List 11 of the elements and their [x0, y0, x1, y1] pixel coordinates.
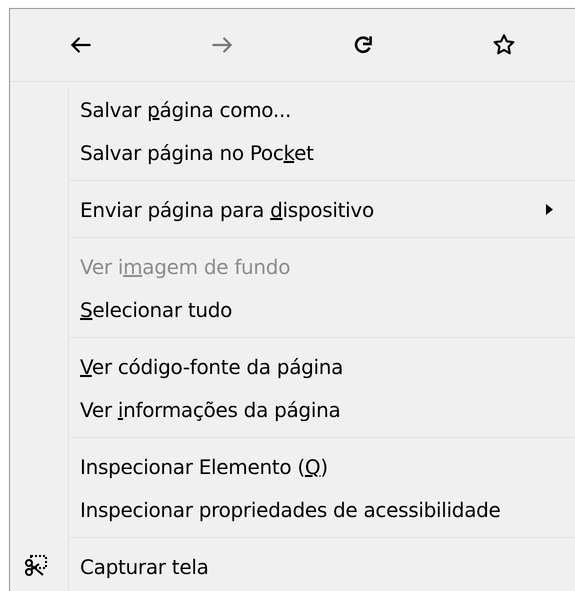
menu-item[interactable]: Ver código-fonte da página — [10, 345, 575, 388]
menu-item[interactable]: Salvar página como... — [10, 88, 575, 131]
menu-item[interactable]: Salvar página no Pocket — [10, 131, 575, 174]
scissors-icon — [24, 555, 48, 577]
menu-item[interactable]: Inspecionar Elemento (Q) — [10, 445, 575, 488]
menu-item[interactable]: Inspecionar propriedades de acessibilidade — [10, 488, 575, 531]
menu-item[interactable]: Capturar tela — [10, 545, 575, 588]
menu-item[interactable]: Selecionar tudo — [10, 288, 575, 331]
submenu-arrow-icon — [546, 204, 553, 215]
menu-item[interactable]: Enviar página para dispositivo — [10, 188, 575, 231]
menu-item[interactable]: Ver informações da página — [10, 388, 575, 431]
